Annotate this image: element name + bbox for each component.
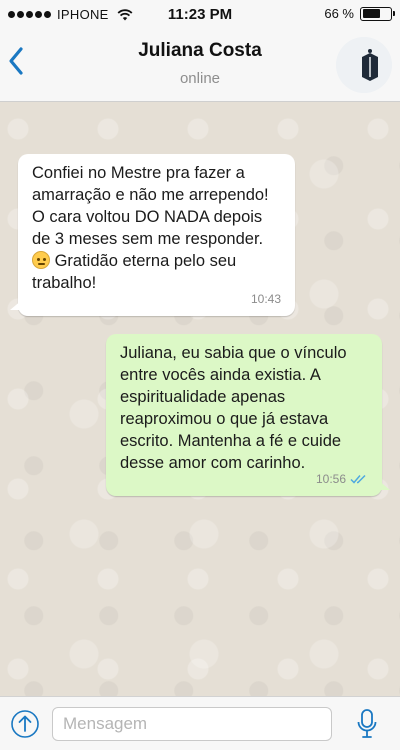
message-text-part: Confiei no Mestre pra fazer a amarração … [32, 164, 269, 248]
message-outgoing[interactable]: Juliana, eu sabia que o vínculo entre vo… [106, 334, 390, 496]
message-time: 10:43 [250, 292, 281, 306]
chat-header: Juliana Costa online [0, 30, 400, 102]
message-text: Juliana, eu sabia que o vínculo entre vo… [120, 344, 347, 472]
status-right: 66 % [324, 6, 395, 21]
message-input[interactable] [52, 707, 332, 741]
message-time: 10:56 [315, 472, 346, 486]
smiling-face-emoji-icon [32, 251, 50, 269]
message-incoming[interactable]: Confiei no Mestre pra fazer a amarração … [10, 154, 295, 316]
message-text-part: Gratidão eterna pelo seu trabalho! [32, 252, 237, 292]
microphone-icon[interactable] [355, 707, 379, 741]
moon-avatar-icon [336, 37, 392, 93]
avatar[interactable] [336, 37, 392, 93]
message-meta: 10:43 [251, 288, 281, 310]
upload-arrow-icon[interactable] [10, 709, 40, 739]
message-text: Confiei no Mestre pra fazer a amarração … [32, 162, 281, 294]
composer-bar [0, 696, 400, 750]
double-check-icon [350, 474, 366, 484]
battery-icon [360, 6, 395, 21]
status-bar: IPHONE 11:23 PM 66 % [0, 0, 400, 30]
chat-area[interactable]: Confiei no Mestre pra fazer a amarração … [0, 102, 400, 696]
battery-fill [362, 9, 381, 18]
battery-percent: 66 % [324, 6, 354, 21]
message-meta: 10:56 [316, 468, 368, 490]
